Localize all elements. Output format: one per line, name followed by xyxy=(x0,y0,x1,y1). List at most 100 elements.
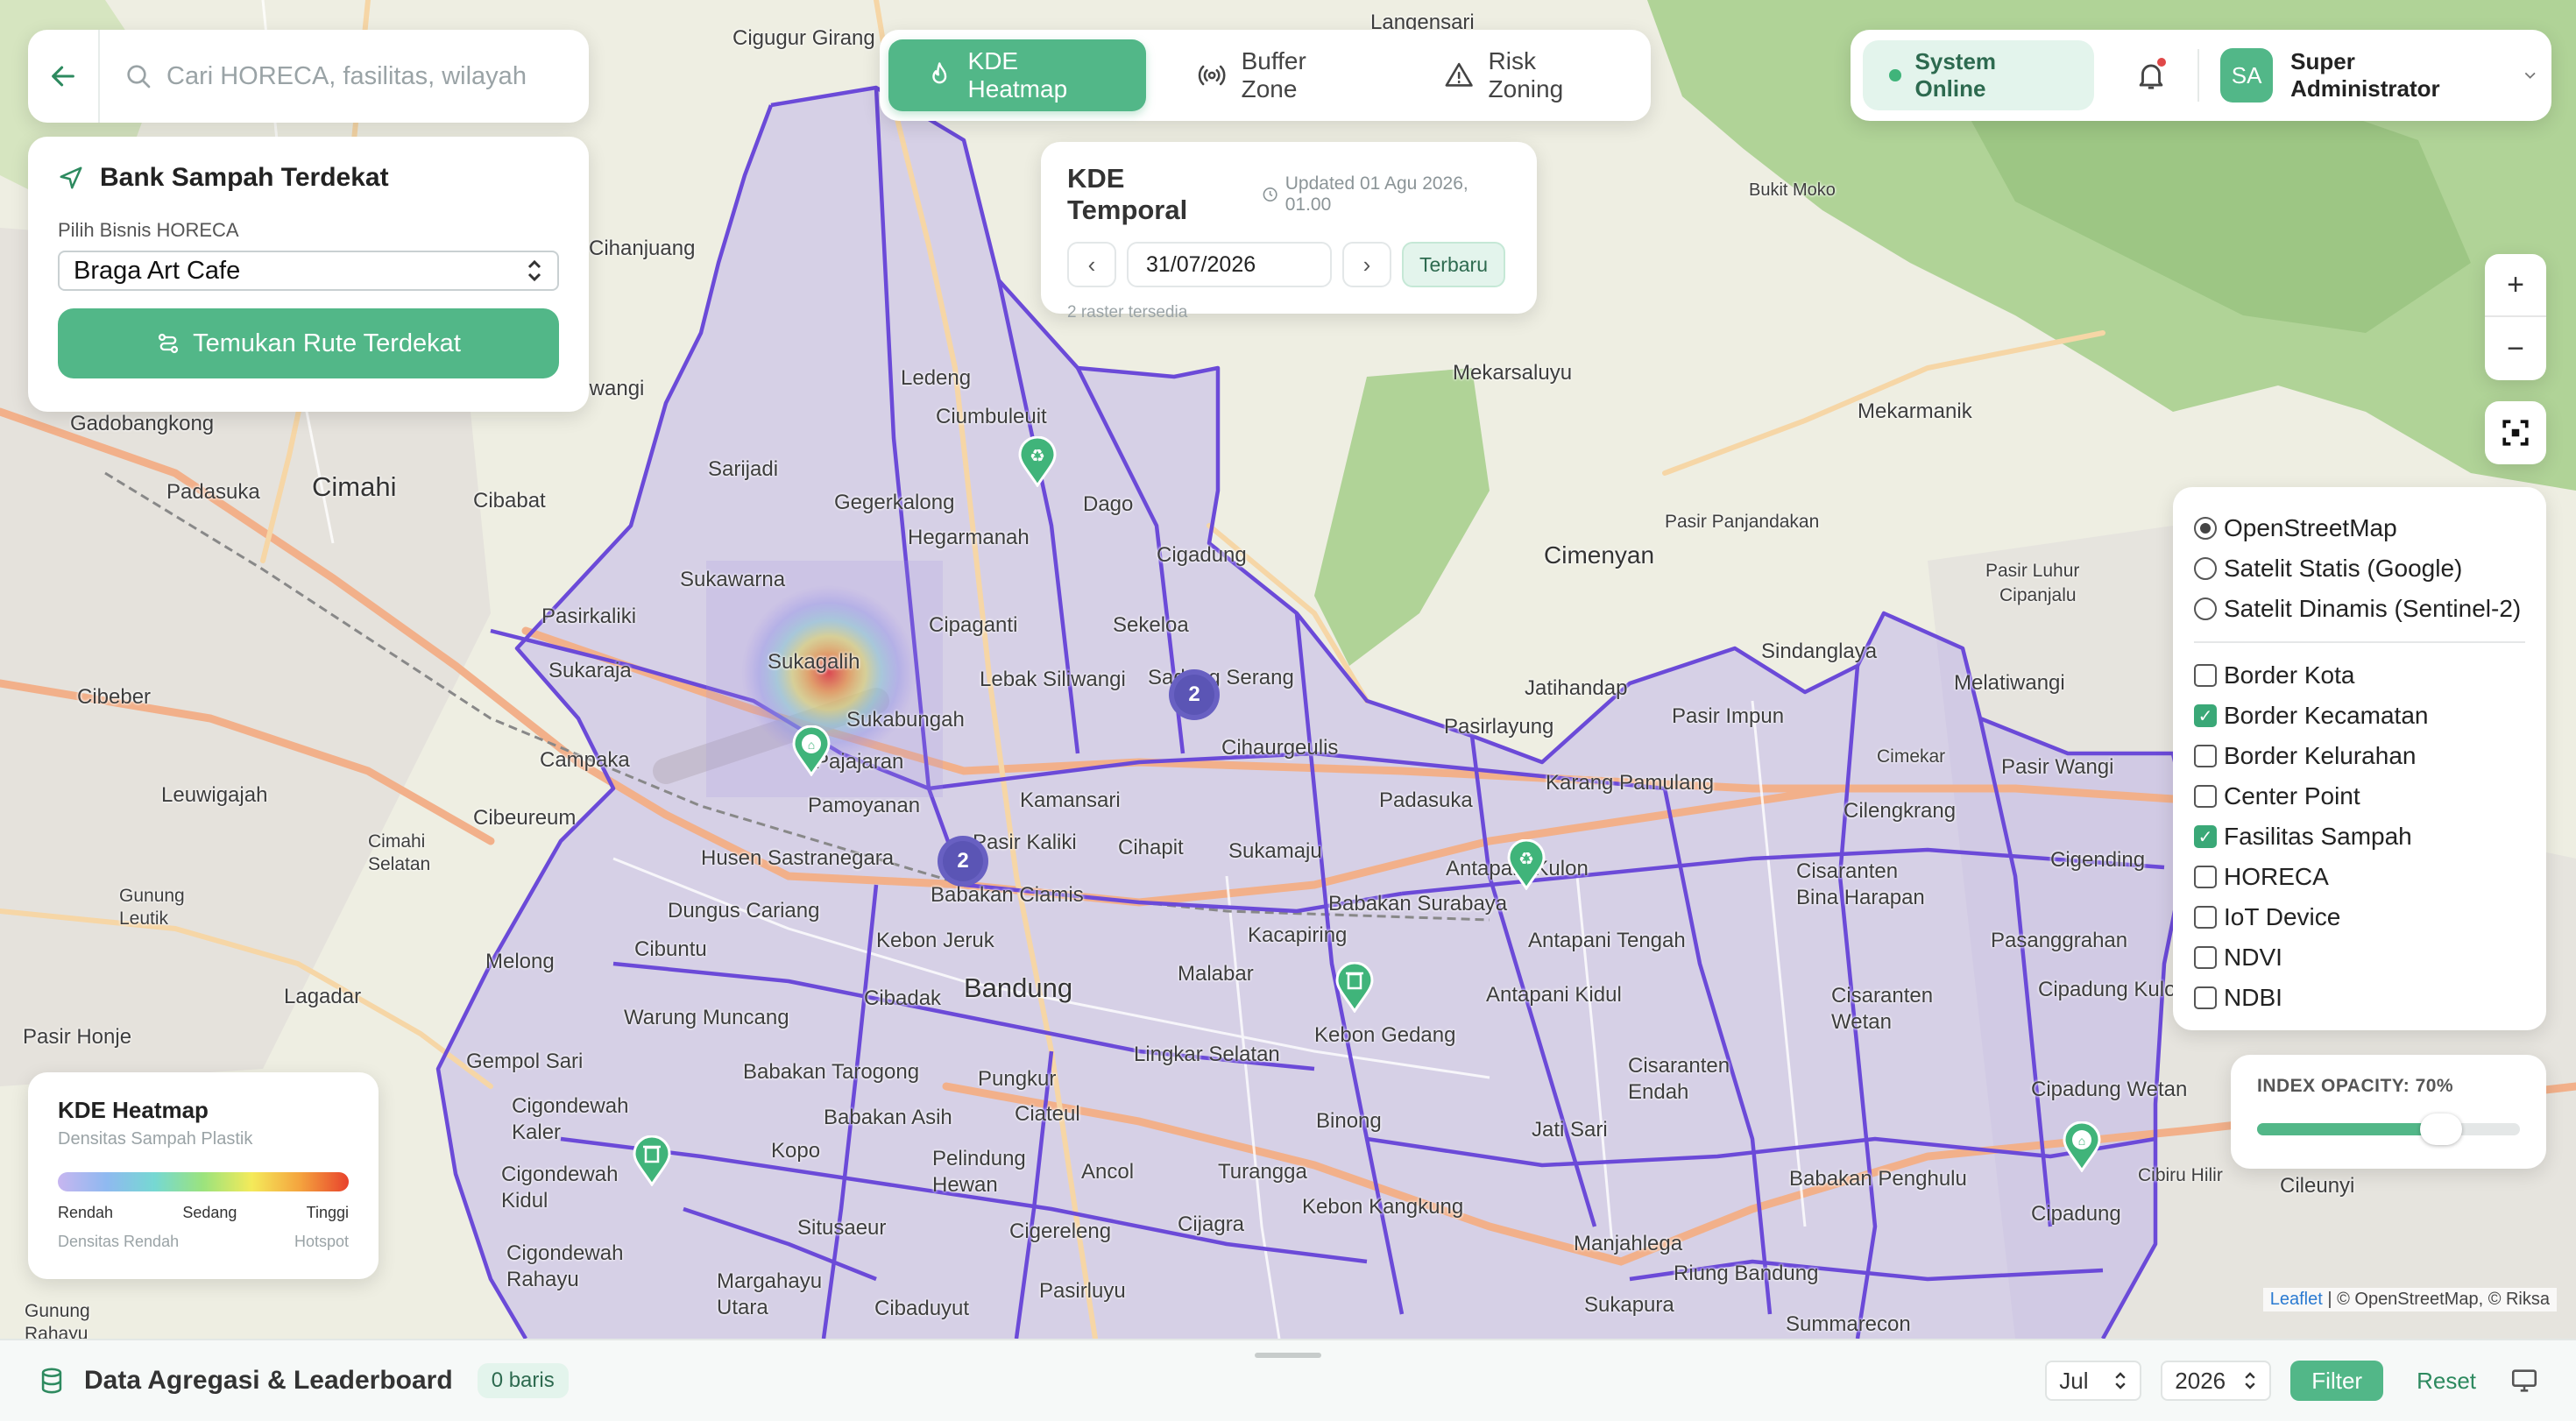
find-route-button[interactable]: Temukan Rute Terdekat xyxy=(58,308,559,378)
opacity-slider-fill xyxy=(2257,1123,2441,1135)
legend-high-desc: Hotspot xyxy=(294,1233,349,1250)
business-select[interactable]: Braga Art Cafe xyxy=(58,251,559,291)
legend-title: KDE Heatmap xyxy=(58,1097,209,1123)
search-panel xyxy=(28,30,589,123)
back-button[interactable] xyxy=(28,30,100,123)
drag-handle[interactable] xyxy=(1255,1353,1321,1358)
base-layer-option[interactable]: Satelit Dinamis (Sentinel-2) xyxy=(2194,589,2525,629)
cluster-marker[interactable]: 2 xyxy=(1169,669,1220,720)
radio-icon[interactable] xyxy=(2194,517,2217,540)
updated-info: Updated 01 Agu 2026, 01.00 xyxy=(1262,173,1511,216)
checkbox-icon[interactable] xyxy=(2194,745,2217,767)
notifications-button[interactable] xyxy=(2126,49,2176,102)
divider xyxy=(2197,49,2200,102)
svg-text:⌂: ⌂ xyxy=(808,738,815,752)
checkbox-checked-icon[interactable]: ✓ xyxy=(2194,825,2217,848)
leaflet-link[interactable]: Leaflet xyxy=(2270,1290,2323,1309)
kde-temporal-title: KDE Temporal xyxy=(1067,163,1188,225)
fullscreen-icon xyxy=(2502,420,2529,446)
data-aggregation-bar: Data Agregasi & Leaderboard 0 baris Jul … xyxy=(0,1339,2576,1421)
panel-title-text: Bank Sampah Terdekat xyxy=(100,163,389,192)
recycle-facility-pin[interactable]: ♻ xyxy=(1507,839,1546,890)
filter-button[interactable]: Filter xyxy=(2290,1361,2384,1401)
year-value: 2026 xyxy=(2175,1367,2226,1394)
analysis-mode-bar: KDE Heatmap Buffer Zone Risk Zoning xyxy=(880,30,1651,121)
user-name[interactable]: Super Administrator xyxy=(2290,48,2503,103)
layer-label: NDVI xyxy=(2224,944,2282,971)
overlay-layer-option[interactable]: Center Point xyxy=(2194,776,2525,817)
checkbox-icon[interactable] xyxy=(2194,946,2217,969)
tab-label: Buffer Zone xyxy=(1241,47,1306,103)
layer-label: HORECA xyxy=(2224,863,2329,890)
base-layer-option[interactable]: OpenStreetMap xyxy=(2194,508,2525,548)
latest-button[interactable]: Terbaru xyxy=(1402,242,1505,287)
checkbox-icon[interactable] xyxy=(2194,906,2217,929)
layer-label: Center Point xyxy=(2224,782,2360,809)
next-date-button[interactable]: › xyxy=(1342,242,1391,287)
tab-buffer-zone[interactable]: Buffer Zone xyxy=(1160,39,1393,111)
system-status-badge: System Online xyxy=(1863,40,2095,110)
cluster-marker[interactable]: 2 xyxy=(938,836,988,887)
attribution-text: | © OpenStreetMap, © Riksa xyxy=(2322,1290,2550,1309)
chevron-down-icon[interactable] xyxy=(2521,66,2539,85)
checkbox-icon[interactable] xyxy=(2194,785,2217,808)
tab-kde-heatmap[interactable]: KDE Heatmap xyxy=(888,39,1147,111)
layer-label: IoT Device xyxy=(2224,903,2341,930)
zoom-in-button[interactable]: + xyxy=(2485,254,2546,317)
broadcast-icon xyxy=(1199,65,1226,86)
svg-text:♻: ♻ xyxy=(1030,447,1045,466)
recycle-facility-pin[interactable]: ♻ xyxy=(1018,436,1057,487)
date-input[interactable]: 31/07/2026 xyxy=(1127,242,1332,287)
status-dot-icon xyxy=(1889,69,1901,81)
trash-facility-pin[interactable] xyxy=(633,1135,671,1186)
updated-text: Updated 01 Agu 2026, 01.00 xyxy=(1284,173,1468,215)
monitor-icon[interactable] xyxy=(2509,1366,2539,1396)
map-attribution: Leaflet | © OpenStreetMap, © Riksa xyxy=(2262,1288,2557,1311)
month-select[interactable]: Jul xyxy=(2045,1361,2142,1401)
overlay-layer-option[interactable]: NDBI xyxy=(2194,978,2525,1018)
fullscreen-button[interactable] xyxy=(2485,401,2546,464)
base-layer-option[interactable]: Satelit Statis (Google) xyxy=(2194,548,2525,589)
overlay-layer-option[interactable]: Border Kelurahan xyxy=(2194,736,2525,776)
checkbox-icon[interactable] xyxy=(2194,986,2217,1009)
horeca-pin[interactable]: ⌂ xyxy=(2063,1121,2101,1172)
checkbox-icon[interactable] xyxy=(2194,866,2217,888)
zoom-control: + − xyxy=(2485,254,2546,380)
layer-label: Border Kota xyxy=(2224,661,2355,689)
checkbox-icon[interactable] xyxy=(2194,664,2217,687)
zoom-out-button[interactable]: − xyxy=(2485,317,2546,380)
overlay-layer-option[interactable]: IoT Device xyxy=(2194,897,2525,937)
legend-mid: Sedang xyxy=(182,1204,237,1221)
search-input[interactable] xyxy=(166,61,552,91)
divider xyxy=(2194,641,2525,643)
avatar[interactable]: SA xyxy=(2220,48,2274,103)
opacity-slider-thumb[interactable] xyxy=(2420,1113,2462,1145)
year-select[interactable]: 2026 xyxy=(2161,1361,2272,1401)
overlay-layer-option[interactable]: HORECA xyxy=(2194,857,2525,897)
database-icon xyxy=(41,1368,62,1394)
find-route-label: Temukan Rute Terdekat xyxy=(193,329,461,357)
nearest-waste-bank-panel: Bank Sampah Terdekat Pilih Bisnis HORECA… xyxy=(28,137,589,412)
layer-label: Fasilitas Sampah xyxy=(2224,823,2412,850)
index-opacity-control: INDEX OPACITY: 70% xyxy=(2231,1055,2546,1169)
opacity-slider[interactable] xyxy=(2257,1113,2520,1145)
trash-facility-pin[interactable] xyxy=(1335,962,1374,1013)
horeca-pin[interactable]: ⌂ xyxy=(792,725,831,776)
prev-date-button[interactable]: ‹ xyxy=(1067,242,1116,287)
overlay-layer-option[interactable]: Border Kota xyxy=(2194,655,2525,696)
layer-control: OpenStreetMap Satelit Statis (Google) Sa… xyxy=(2173,487,2546,1030)
route-icon xyxy=(159,333,179,354)
radio-icon[interactable] xyxy=(2194,597,2217,620)
layer-label: NDBI xyxy=(2224,984,2282,1011)
tab-label: Risk Zoning xyxy=(1488,47,1564,103)
overlay-layer-option[interactable]: ✓ Border Kecamatan xyxy=(2194,696,2525,736)
business-select-label: Pilih Bisnis HORECA xyxy=(58,219,239,241)
tab-risk-zoning[interactable]: Risk Zoning xyxy=(1407,39,1642,111)
checkbox-checked-icon[interactable]: ✓ xyxy=(2194,704,2217,727)
overlay-layer-option[interactable]: NDVI xyxy=(2194,937,2525,978)
reset-button[interactable]: Reset xyxy=(2403,1368,2490,1395)
overlay-layer-option[interactable]: ✓ Fasilitas Sampah xyxy=(2194,817,2525,857)
legend-subtitle: Densitas Sampah Plastik xyxy=(58,1129,253,1149)
arrow-left-icon xyxy=(52,66,74,87)
radio-icon[interactable] xyxy=(2194,557,2217,580)
